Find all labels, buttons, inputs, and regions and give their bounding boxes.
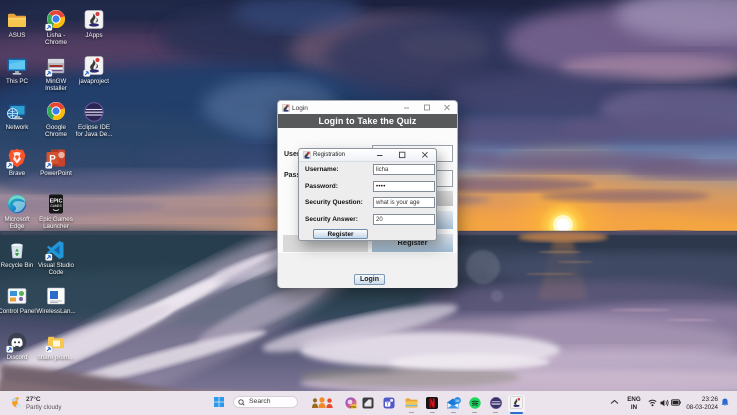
svg-text:GAMES: GAMES	[50, 204, 62, 208]
svg-text:PSC: PSC	[350, 405, 357, 409]
svg-text:T: T	[386, 402, 389, 407]
svg-text:58: 58	[456, 399, 460, 403]
